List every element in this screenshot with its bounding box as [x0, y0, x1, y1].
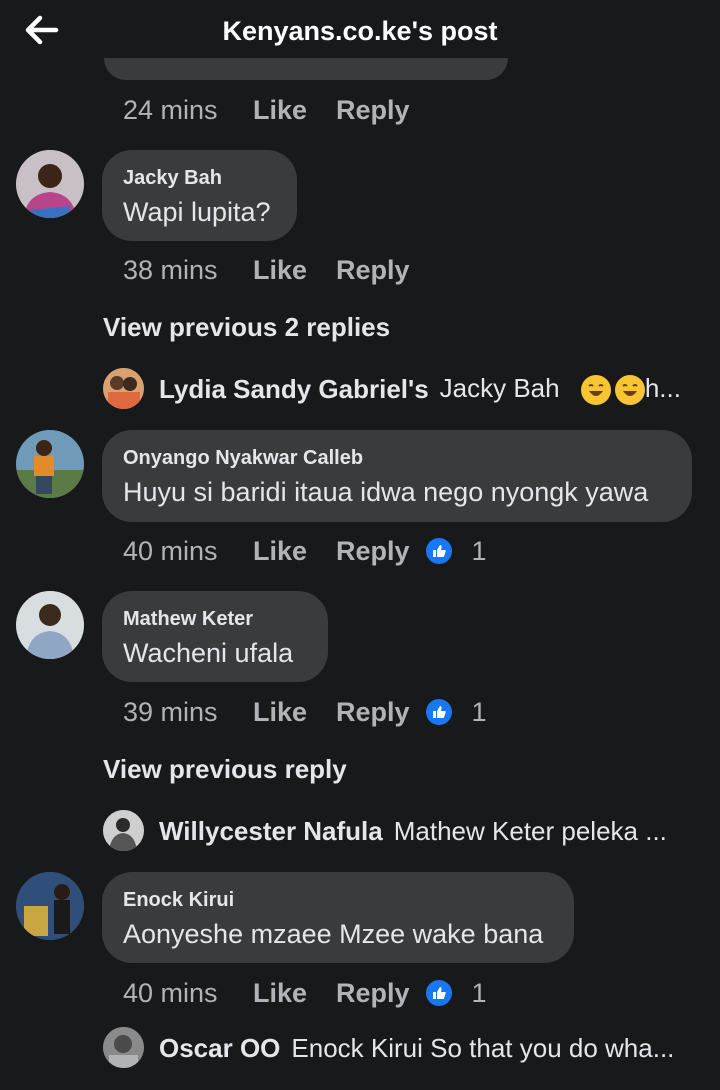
view-previous-reply-link[interactable]: View previous reply [103, 754, 347, 785]
page-title: Kenyans.co.ke's post [222, 16, 498, 46]
laughing-emoji-icon [614, 375, 645, 406]
comment-time: 38 mins [123, 254, 218, 285]
comment-text: Wacheni ufala [123, 638, 294, 668]
avatar[interactable] [16, 150, 84, 218]
avatar-image [16, 430, 84, 498]
thumbs-up-icon [425, 980, 452, 1006]
comment-time: 40 mins [123, 535, 218, 566]
reply-button[interactable]: Reply [336, 255, 410, 286]
like-button[interactable]: Like [253, 536, 336, 567]
comment-actions: 38 mins Like Reply [123, 252, 410, 288]
avatar-image [16, 872, 84, 940]
comment-bubble[interactable]: Mathew Keter Wacheni ufala [102, 591, 328, 682]
avatar-image [16, 150, 84, 218]
previous-comment-bubble [104, 58, 508, 80]
reaction-count: 1 [471, 696, 487, 727]
reply-text: Jacky Bah h... [440, 373, 681, 406]
comment-author[interactable]: Jacky Bah [123, 166, 275, 190]
like-button[interactable]: Like [253, 697, 336, 728]
avatar [103, 368, 144, 409]
reaction-count: 1 [471, 977, 487, 1008]
reply-author[interactable]: Oscar OO [159, 1033, 280, 1064]
comment-text: Aonyeshe mzaee Mzee wake bana [123, 919, 544, 949]
view-previous-replies-link[interactable]: View previous 2 replies [103, 312, 390, 343]
comment-actions: 40 mins Like Reply 1 [123, 975, 487, 1011]
reply-button[interactable]: Reply [336, 95, 410, 126]
app-header: Kenyans.co.ke's post [0, 0, 720, 64]
reply-preview[interactable]: Oscar OO Enock Kirui So that you do wha.… [103, 1027, 674, 1069]
reaction-summary[interactable]: 1 [425, 535, 487, 567]
reply-button[interactable]: Reply [336, 697, 410, 728]
reply-author[interactable]: Lydia Sandy Gabriel's [159, 374, 429, 405]
comment-text: Wapi lupita? [123, 197, 271, 227]
comment-bubble[interactable]: Jacky Bah Wapi lupita? [102, 150, 297, 241]
comment-author[interactable]: Onyango Nyakwar Calleb [123, 446, 670, 470]
comment-actions: 40 mins Like Reply 1 [123, 533, 487, 569]
comment-actions: 39 mins Like Reply 1 [123, 694, 487, 730]
comment-time: 24 mins [123, 94, 218, 125]
reply-author[interactable]: Willycester Nafula [159, 816, 383, 847]
thumbs-up-icon [425, 538, 452, 564]
reply-preview[interactable]: Willycester Nafula Mathew Keter peleka .… [103, 810, 667, 852]
reaction-count: 1 [471, 535, 487, 566]
reply-button[interactable]: Reply [336, 536, 410, 567]
comment-bubble[interactable]: Enock Kirui Aonyeshe mzaee Mzee wake ban… [102, 872, 574, 963]
laughing-emoji-icon [580, 375, 611, 406]
avatar [103, 810, 144, 851]
comment-actions: 24 mins Like Reply [123, 92, 410, 128]
comment-text: Huyu si baridi itaua idwa nego nyongk ya… [123, 477, 649, 507]
comment-bubble[interactable]: Onyango Nyakwar Calleb Huyu si baridi it… [102, 430, 692, 522]
like-button[interactable]: Like [253, 255, 336, 286]
reply-preview[interactable]: Lydia Sandy Gabriel's Jacky Bah h... [103, 368, 681, 410]
avatar[interactable] [16, 872, 84, 940]
comment-author[interactable]: Mathew Keter [123, 607, 306, 631]
avatar[interactable] [16, 591, 84, 659]
like-button[interactable]: Like [253, 95, 336, 126]
reply-button[interactable]: Reply [336, 978, 410, 1009]
avatar[interactable] [16, 430, 84, 498]
reply-text: Mathew Keter peleka ... [393, 815, 667, 846]
comment-time: 39 mins [123, 696, 218, 727]
avatar [103, 1027, 144, 1068]
thumbs-up-icon [425, 699, 452, 725]
reaction-summary[interactable]: 1 [425, 696, 487, 728]
like-button[interactable]: Like [253, 978, 336, 1009]
reply-text: Enock Kirui So that you do wha... [291, 1032, 675, 1063]
comment-author[interactable]: Enock Kirui [123, 888, 552, 912]
comment-time: 40 mins [123, 977, 218, 1008]
reaction-summary[interactable]: 1 [425, 977, 487, 1009]
avatar-image [16, 591, 84, 659]
